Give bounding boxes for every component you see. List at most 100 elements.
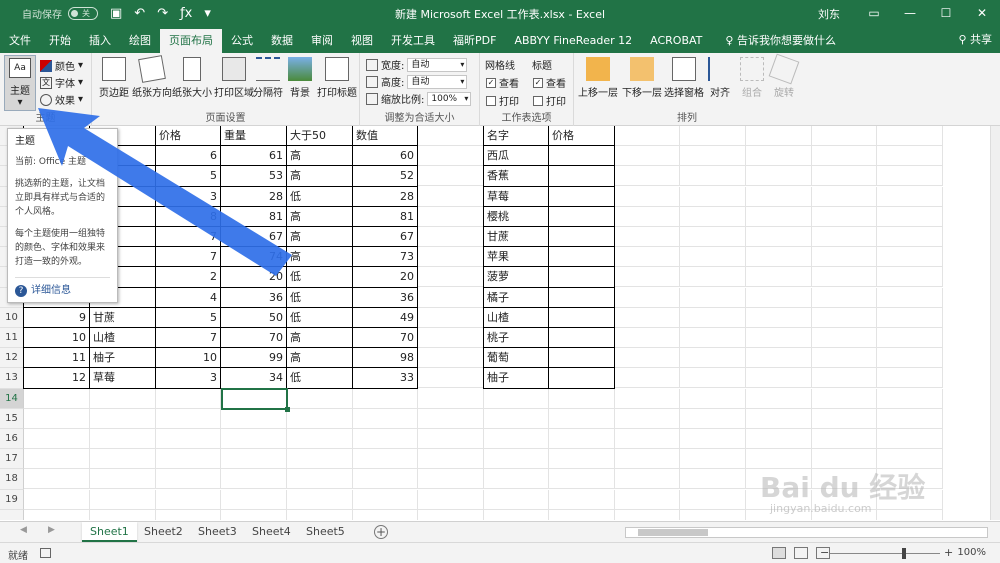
grid-cell[interactable] bbox=[484, 429, 549, 449]
worksheet-grid[interactable]: 10 11 12 13 14 15 16 17 18 19 价格 重量 大于50 数值 6 61 高 60 5 53 高… bbox=[0, 126, 990, 520]
grid-cell[interactable] bbox=[615, 388, 680, 409]
rotate-button[interactable]: 旋转 bbox=[768, 53, 800, 99]
tab-data[interactable]: 数据 bbox=[262, 29, 302, 53]
grid-cell[interactable] bbox=[156, 408, 221, 429]
grid-cell[interactable] bbox=[877, 166, 943, 187]
grid-cell[interactable] bbox=[746, 408, 812, 429]
minimize-icon[interactable]: — bbox=[892, 0, 928, 26]
table1-header[interactable]: 大于50 bbox=[286, 126, 353, 147]
grid-cell[interactable] bbox=[812, 186, 877, 207]
grid-cell[interactable] bbox=[156, 388, 221, 409]
table2-price-cell[interactable] bbox=[548, 226, 615, 248]
group-button[interactable]: 组合 bbox=[736, 57, 768, 99]
send-backward-button[interactable]: 下移一层 bbox=[620, 57, 664, 99]
grid-cell[interactable] bbox=[90, 469, 156, 490]
table1-gt50-cell[interactable]: 高 bbox=[286, 145, 353, 167]
grid-cell[interactable] bbox=[746, 247, 812, 268]
table1-name-cell[interactable]: 柚子 bbox=[89, 347, 156, 369]
table1-weight-cell[interactable]: 36 bbox=[220, 286, 287, 308]
grid-cell[interactable] bbox=[812, 206, 877, 227]
grid-cell[interactable] bbox=[221, 408, 287, 429]
table1-price-cell[interactable]: 8 bbox=[155, 205, 221, 227]
breaks-button[interactable]: 分隔符 bbox=[252, 57, 284, 99]
grid-cell[interactable] bbox=[549, 469, 615, 490]
grid-cell[interactable] bbox=[156, 489, 221, 510]
grid-cell[interactable] bbox=[680, 388, 746, 409]
grid-cell[interactable] bbox=[680, 489, 746, 510]
macro-record-icon[interactable] bbox=[40, 548, 51, 558]
grid-cell[interactable] bbox=[615, 307, 680, 328]
grid-cell[interactable] bbox=[812, 429, 877, 449]
grid-cell[interactable] bbox=[680, 368, 746, 389]
gridlines-print-checkbox[interactable]: 打印 bbox=[486, 93, 519, 108]
grid-cell[interactable] bbox=[615, 227, 680, 247]
size-button[interactable]: 纸张大小 bbox=[170, 57, 214, 99]
table2-name-cell[interactable]: 橘子 bbox=[483, 286, 549, 308]
table1-price-cell[interactable]: 6 bbox=[155, 145, 221, 167]
table1-price-cell[interactable]: 4 bbox=[155, 286, 221, 308]
grid-cell[interactable] bbox=[680, 166, 746, 187]
grid-cell[interactable] bbox=[746, 328, 812, 348]
grid-cell[interactable] bbox=[549, 408, 615, 429]
grid-cell[interactable] bbox=[680, 227, 746, 247]
sheet-tab-5[interactable]: Sheet5 bbox=[298, 522, 353, 542]
table1-price-cell[interactable]: 3 bbox=[155, 185, 221, 207]
grid-cell[interactable] bbox=[877, 328, 943, 348]
grid-cell[interactable] bbox=[287, 489, 353, 510]
grid-cell[interactable] bbox=[812, 368, 877, 389]
grid-cell[interactable] bbox=[615, 247, 680, 268]
prev-sheet-icon[interactable]: ◀ bbox=[20, 525, 27, 535]
table1-gt50-cell[interactable]: 高 bbox=[286, 347, 353, 369]
tell-me-box[interactable]: ♀ 告诉我你想要做什么 bbox=[725, 29, 836, 53]
grid-cell[interactable] bbox=[680, 307, 746, 328]
table1-header[interactable]: 重量 bbox=[220, 126, 287, 147]
grid-cell[interactable] bbox=[484, 489, 549, 510]
tab-view[interactable]: 视图 bbox=[342, 29, 382, 53]
grid-cell[interactable] bbox=[418, 469, 484, 490]
table1-weight-cell[interactable]: 99 bbox=[220, 347, 287, 369]
grid-cell[interactable] bbox=[746, 368, 812, 389]
grid-cell[interactable] bbox=[615, 287, 680, 308]
table1-weight-cell[interactable]: 34 bbox=[220, 367, 287, 389]
grid-cell[interactable] bbox=[156, 429, 221, 449]
grid-cell[interactable] bbox=[680, 408, 746, 429]
row-header[interactable]: 10 bbox=[0, 307, 24, 328]
table2-header[interactable]: 名字 bbox=[483, 126, 549, 147]
grid-cell[interactable] bbox=[418, 348, 484, 369]
grid-cell[interactable] bbox=[746, 388, 812, 409]
grid-cell[interactable] bbox=[877, 206, 943, 227]
table1-price-cell[interactable]: 7 bbox=[155, 246, 221, 268]
grid-cell[interactable] bbox=[24, 509, 90, 520]
grid-cell[interactable] bbox=[24, 469, 90, 490]
table1-id-cell[interactable]: 10 bbox=[23, 327, 90, 349]
margins-button[interactable]: 页边距 bbox=[94, 57, 134, 99]
tab-developer[interactable]: 开发工具 bbox=[382, 29, 444, 53]
zoom-in-icon[interactable]: + bbox=[944, 546, 953, 559]
table1-name-cell[interactable]: 草莓 bbox=[89, 367, 156, 389]
table2-name-cell[interactable]: 苹果 bbox=[483, 246, 549, 268]
grid-cell[interactable] bbox=[680, 126, 746, 146]
grid-cell[interactable] bbox=[680, 328, 746, 348]
grid-cell[interactable] bbox=[418, 126, 484, 146]
grid-cell[interactable] bbox=[221, 509, 287, 520]
grid-cell[interactable] bbox=[24, 408, 90, 429]
grid-cell[interactable] bbox=[877, 186, 943, 207]
grid-cell[interactable] bbox=[156, 449, 221, 470]
grid-cell[interactable] bbox=[877, 408, 943, 429]
grid-cell[interactable] bbox=[615, 408, 680, 429]
grid-cell[interactable] bbox=[549, 388, 615, 409]
row-header[interactable]: 15 bbox=[0, 408, 24, 429]
grid-cell[interactable] bbox=[746, 267, 812, 288]
active-cell[interactable] bbox=[221, 388, 290, 412]
grid-cell[interactable] bbox=[877, 509, 943, 520]
grid-cell[interactable] bbox=[418, 307, 484, 328]
table1-id-cell[interactable]: 11 bbox=[23, 347, 90, 369]
grid-cell[interactable] bbox=[615, 368, 680, 389]
table2-price-cell[interactable] bbox=[548, 347, 615, 369]
table1-weight-cell[interactable]: 61 bbox=[220, 145, 287, 167]
table1-value-cell[interactable]: 81 bbox=[352, 205, 418, 227]
orientation-button[interactable]: 纸张方向 bbox=[130, 55, 174, 99]
grid-cell[interactable] bbox=[418, 186, 484, 207]
tab-page-layout[interactable]: 页面布局 bbox=[160, 29, 222, 53]
table1-header[interactable]: 数值 bbox=[352, 126, 418, 147]
